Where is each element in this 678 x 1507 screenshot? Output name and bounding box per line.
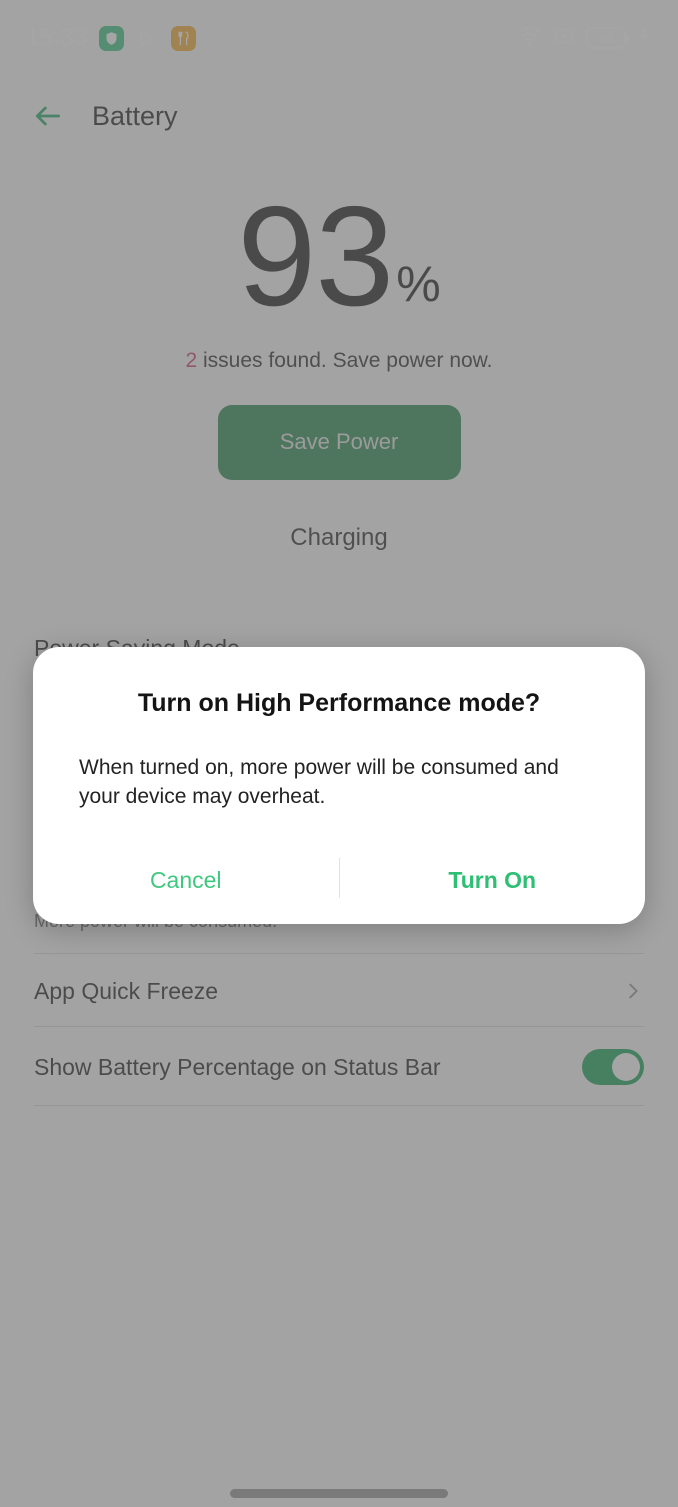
dialog-title: Turn on High Performance mode?	[137, 689, 541, 717]
high-performance-confirm-dialog: Turn on High Performance mode? When turn…	[33, 647, 645, 925]
dialog-cancel-button[interactable]: Cancel	[33, 854, 339, 924]
dialog-message: When turned on, more power will be consu…	[79, 755, 559, 809]
dialog-actions: Cancel Turn On	[33, 854, 645, 924]
dialog-turn-on-button[interactable]: Turn On	[340, 854, 646, 924]
